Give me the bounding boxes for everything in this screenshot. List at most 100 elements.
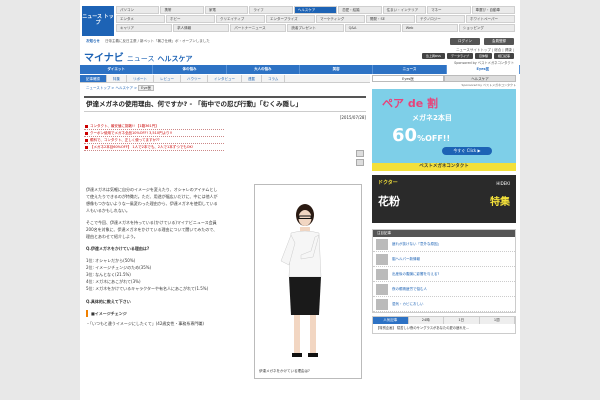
nav-item[interactable]: エンタープライズ: [266, 15, 315, 23]
subnav-item-serial[interactable]: 連載: [242, 75, 262, 82]
glasses-ad-banner[interactable]: ペア de 割 メガネ2本目 60%OFF!! 今すぐ Click ▶ ベストメ…: [372, 89, 516, 171]
nav-item[interactable]: マネー: [427, 6, 471, 14]
news-label: ニュース: [126, 56, 155, 63]
pollen-ad-banner[interactable]: ドクター 花粉 HIDEKI 特集: [372, 175, 516, 223]
notice-bar: お知らせ 日帝主義に反日主張 / 新ペット「暑さ仕様」ボ・オープンしました ログ…: [80, 37, 520, 45]
ranking-item[interactable]: 【特別企画】 寝苦しい夜のサングラスがあなたの夏の疲れを…: [373, 324, 515, 333]
ad-click-button[interactable]: 今すぐ Click ▶: [442, 147, 492, 155]
subnav-item-column[interactable]: コラム: [262, 75, 286, 82]
healthcare-label: ヘルスケア: [157, 56, 193, 63]
promo-link[interactable]: クーポン使用でメガネ全品10%OFF! 3,510円より!!: [84, 130, 224, 137]
subnav-item-howto[interactable]: ハウツー: [181, 75, 208, 82]
site-header: マイナビ ニュース ヘルスケア ニュースサイトトップ | 総合 | 健康 | 急上昇…: [80, 47, 520, 65]
list-item[interactable]: 疲れが抜けない「意外な原因」: [373, 237, 515, 252]
global-nav: ニュース トップ パソコン 携帯 家電 ライフ ヘルスケア 恋愛・結婚 住まい・インテリアマ…: [80, 4, 520, 36]
subnav-item-report[interactable]: リポート: [127, 75, 154, 82]
ad-subhead: メガネ2本目: [412, 114, 452, 122]
ranking-tabs: 人気記事 24時 1日 1週: [373, 317, 515, 324]
ranking-tab-1d[interactable]: 1日: [444, 317, 480, 324]
section-tab-eyes[interactable]: Eyes医: [446, 65, 520, 74]
mynavi-logo[interactable]: マイナビ ニュース ヘルスケア: [84, 49, 192, 64]
list-item-label: 出産後の腹膜に影響を与える?: [392, 271, 440, 276]
section-tab-news[interactable]: ニュース: [373, 65, 447, 74]
nav-item[interactable]: Web: [401, 24, 458, 32]
article-photo[interactable]: 伊達メガネをかけている理由は?: [254, 184, 362, 379]
section-tab-beauty[interactable]: 美容: [300, 65, 374, 74]
ranking-title: 人気記事: [373, 317, 409, 324]
thumbnail: [376, 253, 388, 265]
tab-eyes[interactable]: Eyes医: [372, 75, 444, 82]
header-button-exp[interactable]: 目体験: [474, 53, 492, 59]
nav-item[interactable]: 求人情報: [173, 24, 230, 32]
paragraph: 伊達メガネは気軽に自分のイメージを変えたり、オシャレのアイテムとして使えたりでき…: [86, 187, 218, 213]
section-tab-body[interactable]: 体の悩み: [153, 65, 227, 74]
category-grid: パソコン 携帯 家電 ライフ ヘルスケア 恋愛・結婚 住まい・インテリア マネー 車選び・自動車…: [116, 6, 516, 33]
section-tab-adult[interactable]: 大人の悩み: [227, 65, 300, 74]
promo-link[interactable]: 眼科で、コンタクト、正しく使ってますか??: [84, 137, 224, 144]
section-heading: ■イメージチェンジ: [86, 310, 221, 317]
nav-item[interactable]: 読者プレゼント: [287, 24, 344, 32]
promo-link[interactable]: 【メガネ2本目60%OFF】 1人で2本でも、2人で1本ずつでもOK!: [84, 144, 224, 151]
print-button[interactable]: [356, 159, 364, 166]
nav-item[interactable]: キャリア: [116, 24, 173, 32]
list-item[interactable]: 湿気・カビにおしい: [373, 297, 515, 312]
header-button-articles[interactable]: 相口記事: [493, 53, 514, 59]
nav-item[interactable]: クリエイティブ: [216, 15, 265, 23]
list-item[interactable]: 出産後の腹膜に影響を与える?: [373, 267, 515, 282]
article-title: 伊達メガネの使用理由、何ですか? - 「街中での忍び行動」「むくみ隠し」: [84, 96, 366, 112]
nav-item[interactable]: ヘルスケア: [293, 6, 338, 14]
nav-item[interactable]: 住まい・インテリア: [382, 6, 427, 14]
ad-discount-value: 60: [392, 125, 418, 146]
article-date: [2015/07/28]: [339, 115, 366, 120]
nav-item[interactable]: 開発・SE: [366, 15, 415, 23]
nav-item[interactable]: ホビー: [166, 15, 215, 23]
article: 伊達メガネの使用理由、何ですか? - 「街中での忍び行動」「むくみ隠し」 [20…: [84, 96, 366, 400]
thumbnail: [376, 298, 388, 310]
nav-item[interactable]: 恋愛・結婚: [338, 6, 382, 14]
nav-item[interactable]: Q&A: [344, 24, 401, 32]
nav-item[interactable]: 家電: [204, 6, 249, 14]
list-item[interactable]: 脳ヘルパー新情報: [373, 252, 515, 267]
nav-item[interactable]: ショッピング: [458, 24, 515, 32]
answer-line: 3位: なんとなく(21.5%): [86, 272, 131, 277]
breadcrumb-path[interactable]: ニューストップ > ヘルスケア >: [86, 86, 138, 90]
nav-item[interactable]: ホワイトペーパー: [466, 15, 515, 23]
answer-line: 2位: イメージチェンジのため(35%): [86, 265, 152, 270]
featured-list-header: 注目記事: [373, 230, 515, 237]
login-button[interactable]: ログイン: [450, 38, 480, 45]
list-item-label: 湿気・カビにおしい: [392, 301, 424, 306]
subnav-item-interview[interactable]: インタビュー: [208, 75, 242, 82]
breadcrumb: ニューストップ > ヘルスケア > Eye医: [86, 85, 155, 91]
ranking-tab-24h[interactable]: 24時: [408, 317, 444, 324]
share-button[interactable]: [356, 150, 364, 157]
subnav-item-confirm[interactable]: 記事確認: [80, 75, 107, 82]
tab-healthcare[interactable]: ヘルスケア: [444, 75, 516, 82]
nav-row-3: キャリア 求人情報 パートナーニュース 読者プレゼント Q&A Web ショッピング: [116, 24, 516, 32]
nav-item[interactable]: パソコン: [116, 6, 160, 14]
news-top-logo[interactable]: ニュース トップ: [82, 6, 114, 36]
nav-item[interactable]: パートナーニュース: [230, 24, 287, 32]
sub-nav: 記事確認 特集 リポート レビュー ハウツー インタビュー 連載 コラム: [80, 75, 370, 83]
header-button-rss[interactable]: 急上昇RSS: [422, 53, 445, 59]
nav-item[interactable]: 携帯: [160, 6, 204, 14]
breadcrumb-tag[interactable]: Eye医: [138, 85, 155, 91]
promo-link[interactable]: コンタクト、最安値に挑戦!! 【1箱361円】: [84, 123, 224, 130]
notice-text[interactable]: 日帝主義に反日主張 / 新ペット「暑さ仕様」ボ・オープンしました: [105, 39, 210, 43]
register-button[interactable]: 会員登録: [484, 38, 514, 45]
ad-discount-unit: %OFF!!: [417, 134, 451, 143]
nav-item[interactable]: テクノロジー: [416, 15, 465, 23]
paragraph: そこで今回、伊達メガネを持っている(かけている)マイナビニュース会員200名を対…: [86, 220, 218, 239]
nav-item[interactable]: マーケティング: [316, 15, 365, 23]
subnav-item-feature[interactable]: 特集: [107, 75, 127, 82]
list-item[interactable]: 夜の眼精疲労で悩む人: [373, 282, 515, 297]
section-nav: ダイエット 体の悩み 大人の悩み 美容 ニュース Eyes医: [80, 65, 520, 74]
nav-item[interactable]: ライフ: [249, 6, 293, 14]
nav-item[interactable]: 車選び・自動車: [471, 6, 515, 14]
nav-item[interactable]: エンタメ: [116, 15, 165, 23]
header-button-data[interactable]: データライブ: [446, 53, 473, 59]
ad2-label: ドクター: [378, 180, 398, 186]
subnav-item-review[interactable]: レビュー: [154, 75, 181, 82]
section-tab-diet[interactable]: ダイエット: [80, 65, 154, 74]
brand-name: マイナビ: [84, 53, 124, 64]
ranking-tab-1w[interactable]: 1週: [479, 317, 515, 324]
